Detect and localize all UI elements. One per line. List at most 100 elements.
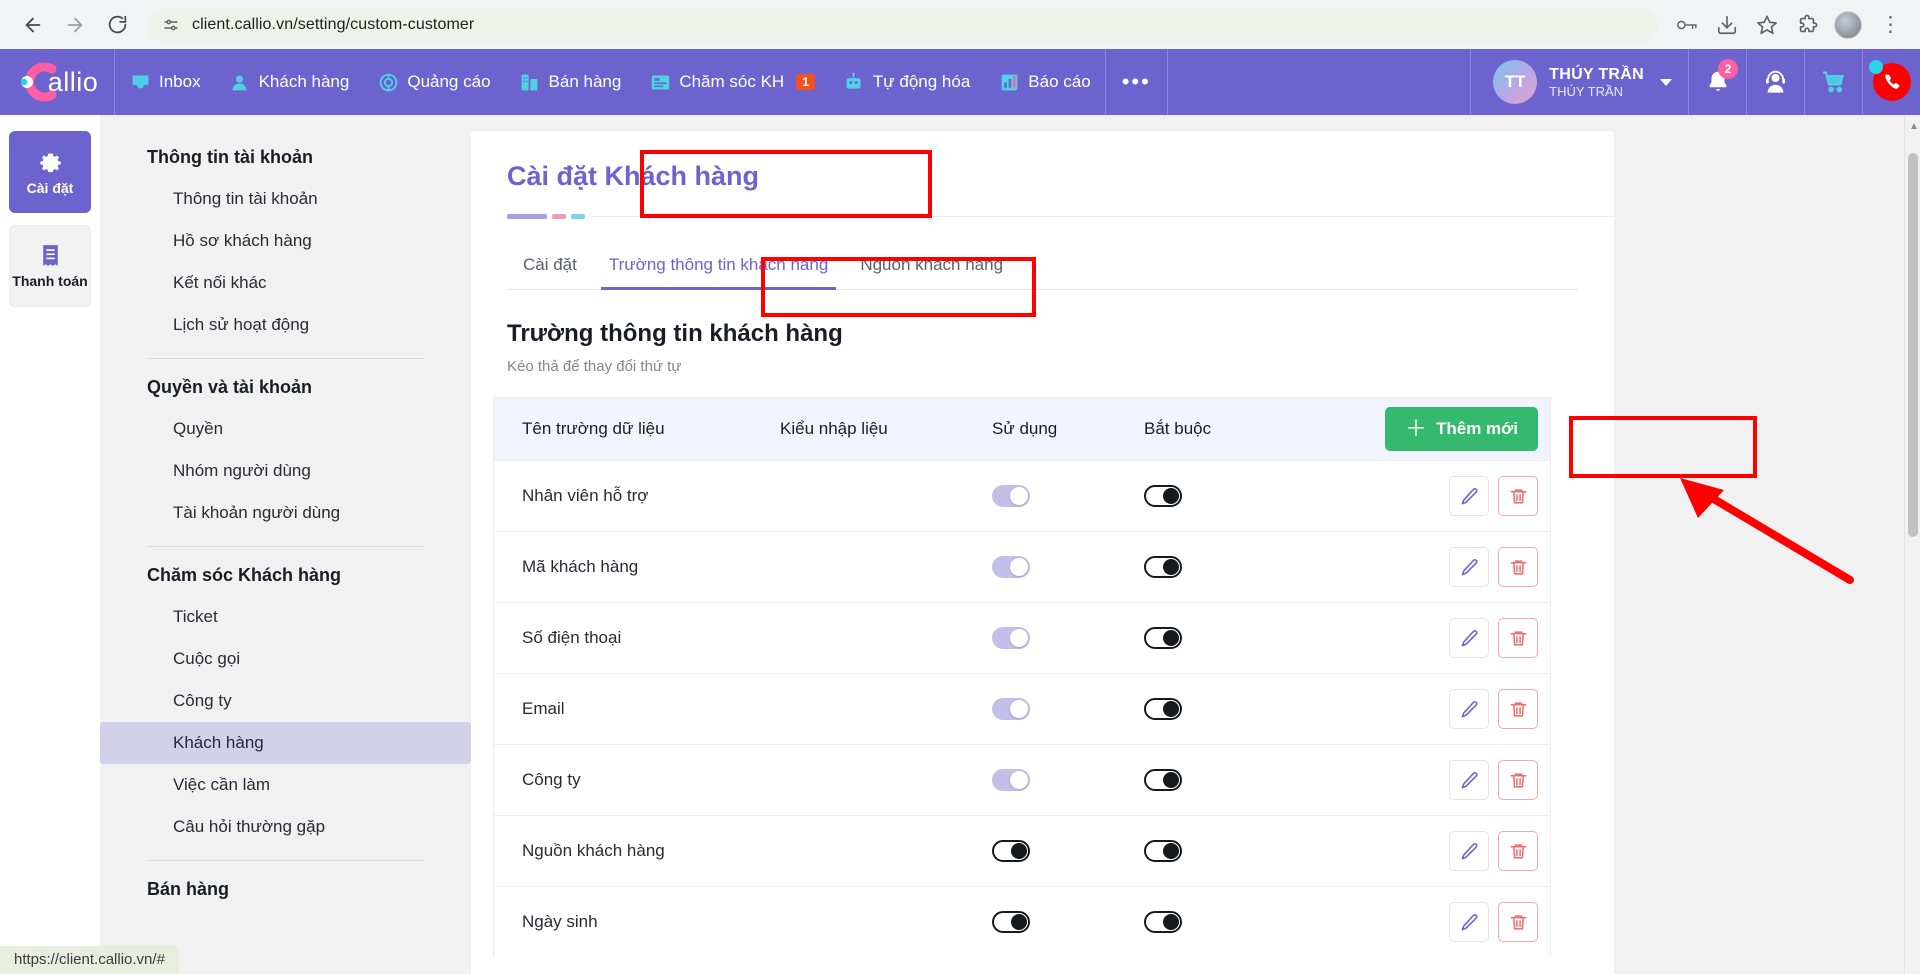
delete-button[interactable] <box>1498 831 1538 871</box>
notifications-button[interactable]: 2 <box>1688 49 1746 115</box>
delete-button[interactable] <box>1498 902 1538 942</box>
delete-button[interactable] <box>1498 547 1538 587</box>
delete-button[interactable] <box>1498 476 1538 516</box>
use-toggle[interactable] <box>992 769 1030 791</box>
progress-segment-1 <box>507 214 547 219</box>
table-row[interactable]: Ngày sinh <box>494 886 1550 957</box>
use-toggle[interactable] <box>992 556 1030 578</box>
primary-nav: Inbox Khách hàng Quảng cáo Bán hàng Chăm… <box>115 49 1105 115</box>
row-actions <box>1344 476 1550 516</box>
nav-item-cham-soc-kh[interactable]: Chăm sóc KH 1 <box>635 49 829 115</box>
sidebar-item-viec-can-lam[interactable]: Việc cần làm <box>100 764 471 806</box>
delete-button[interactable] <box>1498 689 1538 729</box>
table-row[interactable]: Số điện thoại <box>494 602 1550 673</box>
cell-required <box>1144 769 1344 791</box>
required-toggle[interactable] <box>1144 911 1182 933</box>
table-row[interactable]: Nhân viên hỗ trợ <box>494 460 1550 531</box>
address-bar[interactable]: client.callio.vn/setting/custom-customer <box>148 7 1658 42</box>
cell-field-name: Email <box>522 699 565 718</box>
nav-item-tu-dong-hoa[interactable]: Tự động hóa <box>829 49 984 115</box>
nav-item-inbox[interactable]: Inbox <box>115 49 215 115</box>
edit-button[interactable] <box>1449 547 1489 587</box>
required-toggle[interactable] <box>1144 627 1182 649</box>
sidebar-item-quyen[interactable]: Quyền <box>100 408 471 450</box>
nav-item-bao-cao[interactable]: Báo cáo <box>984 49 1104 115</box>
required-toggle[interactable] <box>1144 769 1182 791</box>
edit-button[interactable] <box>1449 476 1489 516</box>
delete-button[interactable] <box>1498 760 1538 800</box>
bookmark-star-icon[interactable] <box>1754 12 1780 38</box>
page-scrollbar[interactable]: ▲ <box>1904 115 1920 974</box>
callio-logo[interactable]: allio <box>0 49 115 115</box>
user-menu[interactable]: TT THÚY TRẦN THÚY TRẦN <box>1470 49 1688 115</box>
agent-button[interactable] <box>1746 49 1804 115</box>
delete-button[interactable] <box>1498 618 1538 658</box>
edit-button[interactable] <box>1449 618 1489 658</box>
use-toggle[interactable] <box>992 627 1030 649</box>
table-row[interactable]: Mã khách hàng <box>494 531 1550 602</box>
report-icon <box>998 71 1020 93</box>
required-toggle[interactable] <box>1144 698 1182 720</box>
tab-nguon-khach-hang[interactable]: Nguồn khách hàng <box>844 247 1019 289</box>
sidebar-item-cau-hoi-thuong-gap[interactable]: Câu hỏi thường gặp <box>100 806 471 848</box>
table-row[interactable]: Email <box>494 673 1550 744</box>
edit-button[interactable] <box>1449 831 1489 871</box>
sidebar-item-cuoc-goi[interactable]: Cuộc gọi <box>100 638 471 680</box>
rail-item-cai-dat[interactable]: Cài đặt <box>9 131 91 213</box>
back-icon[interactable] <box>14 6 52 44</box>
scrollbar-thumb[interactable] <box>1908 153 1918 537</box>
profile-avatar[interactable] <box>1834 10 1862 39</box>
required-toggle[interactable] <box>1144 556 1182 578</box>
use-toggle[interactable] <box>992 911 1030 933</box>
table-row[interactable]: Công ty <box>494 744 1550 815</box>
scroll-up-icon[interactable]: ▲ <box>1909 121 1919 132</box>
cell-required <box>1144 485 1344 507</box>
sidebar-item-ticket[interactable]: Ticket <box>100 596 471 638</box>
forward-icon[interactable] <box>56 6 94 44</box>
nav-item-ban-hang[interactable]: Bán hàng <box>505 49 636 115</box>
cell-field-name: Số điện thoại <box>522 628 622 647</box>
site-settings-icon[interactable] <box>162 16 180 34</box>
notification-badge: 2 <box>1718 59 1738 79</box>
group-title: Bán hàng <box>147 879 230 899</box>
extensions-icon[interactable] <box>1794 12 1820 38</box>
tab-cai-dat[interactable]: Cài đặt <box>507 247 593 289</box>
edit-button[interactable] <box>1449 902 1489 942</box>
sidebar-item-thong-tin-tai-khoan[interactable]: Thông tin tài khoản <box>100 178 471 220</box>
cart-button[interactable] <box>1804 49 1862 115</box>
required-toggle[interactable] <box>1144 485 1182 507</box>
sidebar-item-cong-ty[interactable]: Công ty <box>100 680 471 722</box>
reload-icon[interactable] <box>98 6 136 44</box>
call-button[interactable] <box>1862 49 1920 115</box>
table-row[interactable]: Nguồn khách hàng <box>494 815 1550 886</box>
tab-truong-thong-tin-khach-hang[interactable]: Trường thông tin khách hàng <box>593 247 844 290</box>
progress-line <box>590 216 1614 217</box>
downloads-icon[interactable] <box>1714 12 1740 38</box>
menu-divider <box>147 358 424 359</box>
user-name: THÚY TRẦN <box>1549 65 1644 83</box>
trash-icon <box>1510 843 1526 859</box>
use-toggle[interactable] <box>992 840 1030 862</box>
required-toggle[interactable] <box>1144 840 1182 862</box>
sidebar-item-nhom-nguoi-dung[interactable]: Nhóm người dùng <box>100 450 471 492</box>
passwords-icon[interactable] <box>1674 12 1700 38</box>
add-new-button[interactable]: ＋ Thêm mới <box>1384 407 1538 451</box>
use-toggle[interactable] <box>992 698 1030 720</box>
edit-button[interactable] <box>1449 760 1489 800</box>
nav-item-khach-hang[interactable]: Khách hàng <box>215 49 364 115</box>
group-title: Thông tin tài khoản <box>147 147 313 167</box>
receipt-icon <box>42 245 58 266</box>
sidebar-item-ho-so-khach-hang[interactable]: Hồ sơ khách hàng <box>100 220 471 262</box>
sidebar-item-tai-khoan-nguoi-dung[interactable]: Tài khoản người dùng <box>100 492 471 534</box>
browser-menu-icon[interactable]: ⋮ <box>1876 14 1906 35</box>
sidebar-item-khach-hang[interactable]: Khách hàng <box>100 722 471 764</box>
column-header-type: Kiểu nhập liệu <box>780 419 888 438</box>
edit-button[interactable] <box>1449 689 1489 729</box>
cell-use <box>992 769 1144 791</box>
rail-item-thanh-toan[interactable]: Thanh toán <box>9 225 91 307</box>
use-toggle[interactable] <box>992 485 1030 507</box>
sidebar-item-ket-noi-khac[interactable]: Kết nối khác <box>100 262 471 304</box>
nav-item-quang-cao[interactable]: Quảng cáo <box>363 49 504 115</box>
nav-more-button[interactable]: ••• <box>1104 49 1168 115</box>
sidebar-item-lich-su-hoat-dong[interactable]: Lịch sử hoạt động <box>100 304 471 346</box>
